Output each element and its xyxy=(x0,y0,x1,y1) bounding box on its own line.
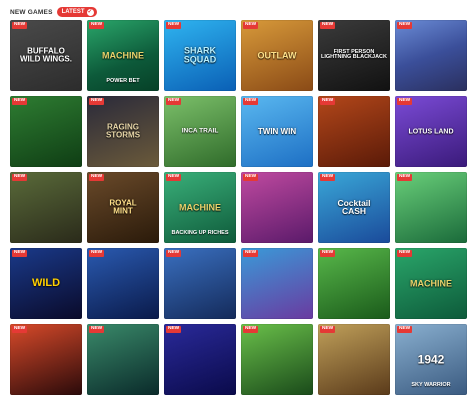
new-badge: NEW xyxy=(12,174,28,181)
game-tile[interactable]: NEW xyxy=(10,172,82,243)
new-badge: NEW xyxy=(320,326,336,333)
game-tile[interactable]: NEW INCA TRAIL xyxy=(164,96,236,167)
game-title: MACHINE xyxy=(410,277,452,288)
new-badge: NEW xyxy=(320,174,336,181)
game-tile[interactable]: NEW RAGING STORMS xyxy=(87,96,159,167)
new-badge: NEW xyxy=(166,98,182,105)
game-tile[interactable]: NEW WILD xyxy=(10,248,82,319)
game-tile[interactable]: NEW BUFFALO WILD WINGS. xyxy=(10,20,82,91)
game-tile[interactable]: NEW xyxy=(241,324,313,395)
game-subtitle: POWER BET xyxy=(106,78,140,84)
game-tile[interactable]: NEW xyxy=(10,96,82,167)
game-title: LOTUS LAND xyxy=(408,127,454,135)
game-tile[interactable]: NEW MACHINE BACKING UP RICHES xyxy=(164,172,236,243)
new-badge: NEW xyxy=(397,326,413,333)
game-tile[interactable]: NEW xyxy=(10,324,82,395)
new-badge: NEW xyxy=(243,22,259,29)
new-badge: NEW xyxy=(89,326,105,333)
new-badge: NEW xyxy=(12,98,28,105)
game-tile[interactable]: NEW ROYAL MINT xyxy=(87,172,159,243)
game-tile[interactable]: NEW xyxy=(318,96,390,167)
game-tile[interactable]: NEW xyxy=(87,324,159,395)
new-badge: NEW xyxy=(397,22,413,29)
new-badge: NEW xyxy=(320,22,336,29)
info-icon: ✓ xyxy=(86,8,94,16)
game-title: ROYAL MINT xyxy=(109,198,137,216)
new-badge: NEW xyxy=(397,174,413,181)
game-tile[interactable]: NEW MACHINE xyxy=(395,248,467,319)
game-tile[interactable]: NEW xyxy=(395,172,467,243)
game-tile[interactable]: NEW xyxy=(241,172,313,243)
new-games-label: NEW GAMES xyxy=(10,8,53,16)
game-tile[interactable]: NEW Cocktail CASH xyxy=(318,172,390,243)
game-title: WILD xyxy=(31,276,61,289)
new-badge: NEW xyxy=(320,98,336,105)
new-badge: NEW xyxy=(166,22,182,29)
game-title: FIRST PERSON LIGHTNING BLACKJACK xyxy=(321,48,387,61)
game-title: RAGING STORMS xyxy=(105,122,141,140)
new-badge: NEW xyxy=(166,174,182,181)
game-tile[interactable]: NEW 1942 SKY WARRIOR xyxy=(395,324,467,395)
game-tile[interactable]: NEW xyxy=(164,248,236,319)
game-tile[interactable]: NEW TWIN WIN xyxy=(241,96,313,167)
game-title: Cocktail CASH xyxy=(337,197,371,217)
games-grid: NEW BUFFALO WILD WINGS. NEW MACHINE POWER BE… xyxy=(10,20,468,400)
new-badge: NEW xyxy=(166,326,182,333)
game-title: SHARK SQUAD xyxy=(183,45,217,65)
new-badge: NEW xyxy=(89,174,105,181)
game-title: TWIN WIN xyxy=(257,126,297,136)
new-badge: NEW xyxy=(12,326,28,333)
new-badge: NEW xyxy=(166,250,182,257)
game-tile[interactable]: NEW xyxy=(395,20,467,91)
game-tile[interactable]: NEW xyxy=(318,248,390,319)
game-title: OUTLAW xyxy=(257,49,297,60)
game-tile[interactable]: NEW xyxy=(87,248,159,319)
game-title: 1942 xyxy=(417,352,445,367)
new-badge: NEW xyxy=(89,250,105,257)
game-title: BUFFALO WILD WINGS. xyxy=(20,46,72,64)
game-subtitle: BACKING UP RICHES xyxy=(171,230,229,236)
game-tile[interactable]: NEW xyxy=(318,324,390,395)
game-tile[interactable]: NEW MACHINE POWER BET xyxy=(87,20,159,91)
game-tile[interactable]: NEW OUTLAW xyxy=(241,20,313,91)
game-tile[interactable]: NEW SHARK SQUAD xyxy=(164,20,236,91)
new-badge: NEW xyxy=(243,174,259,181)
new-badge: NEW xyxy=(12,22,28,29)
game-tile[interactable]: NEW xyxy=(241,248,313,319)
new-badge: NEW xyxy=(12,250,28,257)
game-title: MACHINE xyxy=(102,49,144,60)
game-title: INCA TRAIL xyxy=(181,127,219,135)
new-badge: NEW xyxy=(397,250,413,257)
game-subtitle: SKY WARRIOR xyxy=(411,382,451,388)
games-header: NEW GAMES LATEST ✓ xyxy=(10,5,97,19)
game-tile[interactable]: NEW xyxy=(164,324,236,395)
new-badge: NEW xyxy=(397,98,413,105)
game-tile[interactable]: NEW LOTUS LAND xyxy=(395,96,467,167)
new-badge: NEW xyxy=(243,250,259,257)
game-title: MACHINE xyxy=(179,201,221,212)
new-badge: NEW xyxy=(243,98,259,105)
latest-filter-button[interactable]: LATEST ✓ xyxy=(56,7,97,17)
new-badge: NEW xyxy=(89,98,105,105)
new-badge: NEW xyxy=(243,326,259,333)
new-badge: NEW xyxy=(320,250,336,257)
game-tile[interactable]: NEW FIRST PERSON LIGHTNING BLACKJACK xyxy=(318,20,390,91)
latest-label: LATEST xyxy=(61,9,85,15)
new-badge: NEW xyxy=(89,22,105,29)
